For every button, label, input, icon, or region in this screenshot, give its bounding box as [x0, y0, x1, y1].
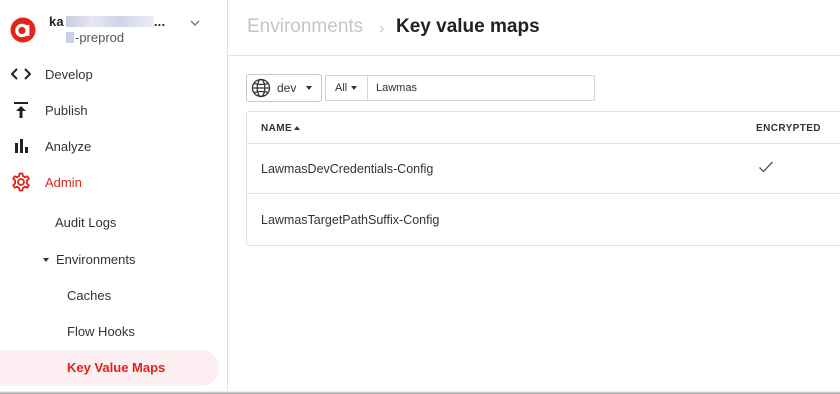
column-header-encrypted[interactable]: ENCRYPTED: [756, 123, 821, 134]
org-name: ka...: [49, 14, 165, 29]
nav-analyze[interactable]: Analyze: [0, 128, 227, 164]
search-input[interactable]: [367, 75, 595, 101]
nav-admin-label: Admin: [45, 174, 82, 190]
kvm-name: LawmasDevCredentials-Config: [261, 162, 434, 176]
table-row[interactable]: LawmasDevCredentials-Config: [247, 144, 840, 194]
sidebar: ka... -preprod Develop Publish Analyze A…: [0, 0, 228, 394]
globe-icon: [251, 78, 271, 98]
app-root: ka... -preprod Develop Publish Analyze A…: [0, 0, 840, 394]
page-title: Key value maps: [396, 16, 540, 37]
chevron-down-icon: [190, 20, 200, 26]
nav-audit-logs[interactable]: Audit Logs: [55, 215, 116, 230]
gear-icon: [11, 172, 31, 192]
table-header: NAME ENCRYPTED: [247, 112, 840, 144]
upload-icon: [11, 100, 31, 120]
org-switcher[interactable]: ka... -preprod: [0, 0, 227, 55]
nav-develop[interactable]: Develop: [0, 56, 227, 92]
page-header: Environments › Key value maps: [228, 0, 840, 56]
sort-ascending-icon: [294, 126, 301, 130]
org-environment: -preprod: [66, 30, 124, 45]
column-header-name[interactable]: NAME: [261, 123, 301, 134]
redacted-block: [66, 32, 74, 43]
apigee-logo-icon: [10, 17, 36, 43]
nav-caches[interactable]: Caches: [67, 288, 111, 303]
org-name-prefix: ka: [49, 14, 64, 29]
nav-publish[interactable]: Publish: [0, 92, 227, 128]
nav-flow-hooks[interactable]: Flow Hooks: [67, 324, 135, 339]
redacted-block: [65, 16, 154, 27]
nav-analyze-label: Analyze: [45, 138, 92, 154]
column-name-label: NAME: [261, 123, 293, 134]
nav-publish-label: Publish: [45, 102, 88, 118]
checkmark-icon: [759, 161, 773, 173]
nav-environments[interactable]: Environments: [43, 252, 135, 267]
caret-down-icon: [306, 86, 313, 90]
environment-select[interactable]: dev: [246, 74, 322, 102]
org-name-suffix: ...: [153, 14, 166, 29]
breadcrumb-environments[interactable]: Environments: [247, 16, 363, 38]
kvm-table: NAME ENCRYPTED LawmasDevCredentials-Conf…: [246, 111, 840, 246]
caret-down-icon: [351, 86, 358, 90]
org-env-suffix: -preprod: [75, 30, 125, 45]
caret-down-icon: [43, 258, 49, 262]
filter-type-value: All: [335, 82, 348, 94]
code-icon: [11, 64, 31, 84]
kvm-name: LawmasTargetPathSuffix-Config: [261, 213, 440, 227]
environment-value: dev: [277, 81, 297, 95]
nav-key-value-maps[interactable]: Key Value Maps: [67, 360, 165, 375]
nav-admin[interactable]: Admin: [0, 164, 227, 200]
table-row[interactable]: LawmasTargetPathSuffix-Config: [247, 195, 840, 245]
breadcrumb-separator: ›: [379, 20, 385, 37]
filter-type-select[interactable]: All: [325, 75, 367, 101]
nav-environments-label: Environments: [56, 252, 136, 267]
bar-chart-icon: [11, 136, 31, 156]
nav-develop-label: Develop: [45, 66, 93, 82]
